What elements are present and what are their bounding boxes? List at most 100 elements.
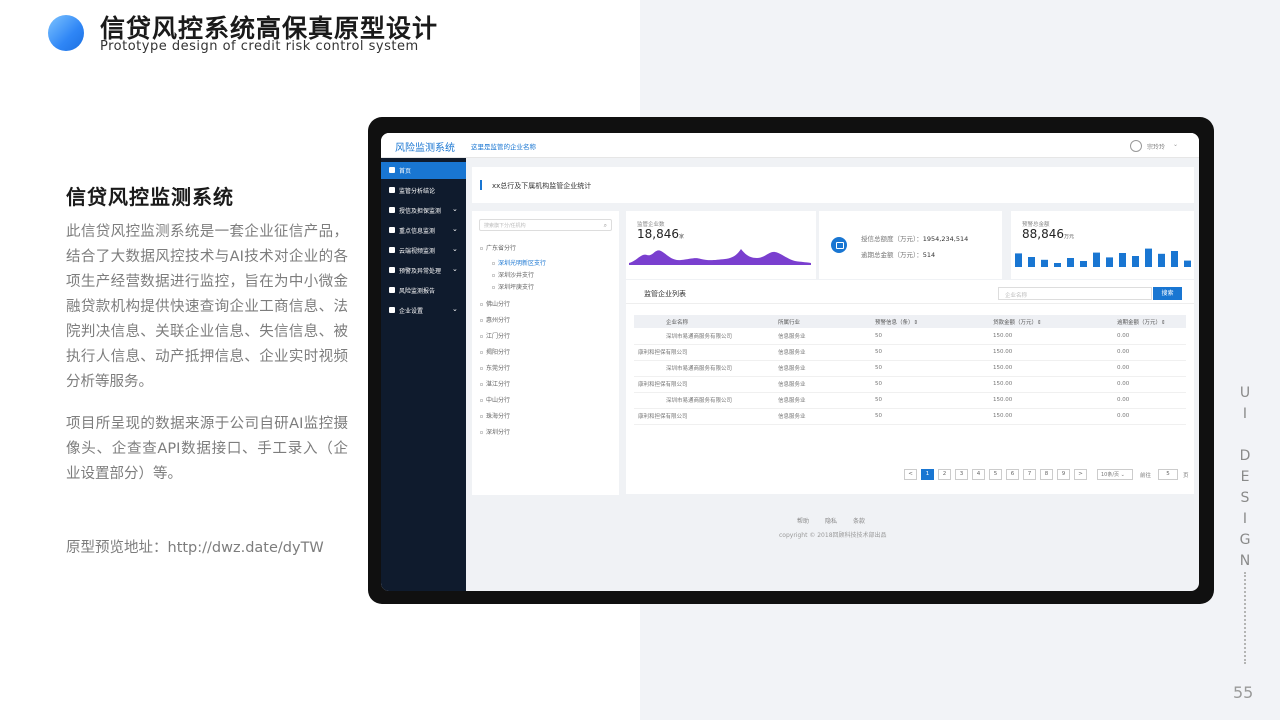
tree-item[interactable]: 中山分行 xyxy=(480,395,510,404)
sidebar-item[interactable]: 云端视频监测 ⌄ xyxy=(381,242,466,259)
enterprise-list-card: 监管企业列表 企业名称 搜索 企业名称 所属行业 预警信息（条）⇕ 贷款金额（万元）⇕… xyxy=(626,280,1194,494)
sidebar-item[interactable]: 预警及异常处理 ⌄ xyxy=(381,262,466,279)
warning-bar xyxy=(1054,263,1061,267)
warning-bar xyxy=(1106,257,1113,267)
sidebar-item[interactable]: 重点信息监测 ⌄ xyxy=(381,222,466,239)
chevron-down-icon[interactable]: ⌄ xyxy=(1173,141,1178,148)
app-name: 风险监测系统 xyxy=(395,143,455,154)
tree-item[interactable]: 广东省分行 xyxy=(480,243,516,252)
page-button[interactable]: 5 xyxy=(989,469,1002,480)
sidebar-item[interactable]: 首页 xyxy=(381,162,466,179)
page-button[interactable]: 8 xyxy=(1040,469,1053,480)
table-header-cell[interactable]: 企业名称 xyxy=(634,315,772,328)
footer-link[interactable]: 帮助 xyxy=(797,518,809,525)
table-row[interactable]: 深圳市易通商服务有限公司 信息服务业 50 150.00 0.00 xyxy=(634,392,1186,409)
table-row[interactable]: 康利和担保有限公司 信息服务业 50 150.00 0.00 xyxy=(634,376,1186,393)
chevron-down-icon[interactable]: ⌄ xyxy=(452,265,458,273)
table-header-cell[interactable]: 逾期金额（万元）⇕ xyxy=(1111,315,1186,328)
sidebar-item-label: 风险监测报告 xyxy=(399,288,436,295)
tree-item[interactable]: 深圳光明新区支行 xyxy=(492,258,546,267)
logo-circle-icon xyxy=(48,15,84,51)
chevron-down-icon[interactable]: ⌄ xyxy=(452,245,458,253)
user-name[interactable]: 宗玲玲 xyxy=(1147,142,1165,151)
next-page-button[interactable]: > xyxy=(1074,469,1087,480)
tree-item[interactable]: 深圳沙井支行 xyxy=(492,270,534,279)
page-button[interactable]: 7 xyxy=(1023,469,1036,480)
search-button[interactable]: 搜索 xyxy=(1153,287,1182,300)
stat-card-enterprises: 监管企业数 18,846家 xyxy=(626,211,816,279)
menu-icon xyxy=(389,247,395,253)
table-header-cell[interactable]: 所属行业 xyxy=(772,315,869,328)
tree-item[interactable]: 东莞分行 xyxy=(480,363,510,372)
org-search-input[interactable]: 搜索旗下分/任机构 ⌕ xyxy=(479,219,612,231)
table-cell: 康利和担保有限公司 xyxy=(634,344,772,361)
tree-item-label: 湛江分行 xyxy=(486,381,511,388)
warning-bar xyxy=(1093,252,1100,267)
stat-unit: 万元 xyxy=(1064,234,1075,240)
chevron-down-icon[interactable]: ⌄ xyxy=(452,305,458,313)
table-row[interactable]: 深圳市易通商服务有限公司 信息服务业 50 150.00 0.00 xyxy=(634,360,1186,377)
table-row[interactable]: 康利和担保有限公司 信息服务业 50 150.00 0.00 xyxy=(634,408,1186,425)
tree-item[interactable]: 湛江分行 xyxy=(480,379,510,388)
tree-item[interactable]: 揭阳分行 xyxy=(480,347,510,356)
stat-card-warning: 预警总金额 88,846万元 xyxy=(1011,211,1194,279)
sidebar-item[interactable]: 授信及担保监测 ⌄ xyxy=(381,202,466,219)
table-header-cell[interactable]: 预警信息（条）⇕ xyxy=(869,315,987,328)
table-cell: 50 xyxy=(869,376,987,393)
preview-link[interactable]: 原型预览地址：http://dwz.date/dyTW xyxy=(66,536,324,557)
tree-node-icon xyxy=(480,415,483,418)
tree-node-icon xyxy=(480,399,483,402)
prev-page-button[interactable]: < xyxy=(904,469,917,480)
table-cell: 150.00 xyxy=(987,344,1111,361)
enterprise-search-input[interactable]: 企业名称 xyxy=(998,287,1152,300)
jump-page-input[interactable]: 5 xyxy=(1158,469,1178,480)
warning-bar xyxy=(1171,251,1178,267)
tree-item[interactable]: 惠州分行 xyxy=(480,315,510,324)
warning-bar xyxy=(1158,253,1165,267)
warning-bar xyxy=(1015,253,1022,267)
enterprise-table: 企业名称 所属行业 预警信息（条）⇕ 贷款金额（万元）⇕ 逾期金额（万元）⇕ 深圳市易通… xyxy=(634,315,1186,425)
tree-node-icon xyxy=(480,367,483,370)
tree-node-icon xyxy=(480,247,483,250)
tree-item-label: 深圳坪庚支行 xyxy=(498,284,535,291)
page-size-select[interactable]: 10条/页 ⌄ xyxy=(1097,469,1133,480)
tree-item-label: 深圳沙井支行 xyxy=(498,272,535,279)
footer-link[interactable]: 隐私 xyxy=(825,518,837,525)
sidebar-item-label: 预警及异常处理 xyxy=(399,268,442,275)
page-subtitle: Prototype design of credit risk control … xyxy=(100,39,419,54)
table-header-cell[interactable]: 贷款金额（万元）⇕ xyxy=(987,315,1111,328)
table-cell: 150.00 xyxy=(987,392,1111,409)
user-avatar-icon[interactable] xyxy=(1130,140,1142,152)
tree-item-label: 珠海分行 xyxy=(486,413,511,420)
page-button[interactable]: 1 xyxy=(921,469,934,480)
table-cell: 150.00 xyxy=(987,376,1111,393)
chevron-down-icon: ⌄ xyxy=(1120,472,1125,478)
sidebar-item[interactable]: 风险监测报告 xyxy=(381,282,466,299)
tree-item[interactable]: 江门分行 xyxy=(480,331,510,340)
table-row[interactable]: 康利和担保有限公司 信息服务业 50 150.00 0.00 xyxy=(634,344,1186,361)
search-icon[interactable]: ⌕ xyxy=(604,222,607,230)
page-button[interactable]: 3 xyxy=(955,469,968,480)
page-number: 55 xyxy=(1233,683,1254,702)
tree-item[interactable]: 深圳分行 xyxy=(480,427,510,436)
page-button[interactable]: 4 xyxy=(972,469,985,480)
sidebar-item-label: 重点信息监测 xyxy=(399,228,436,235)
page-button[interactable]: 2 xyxy=(938,469,951,480)
table-cell: 0.00 xyxy=(1111,344,1186,361)
tree-item[interactable]: 珠海分行 xyxy=(480,411,510,420)
tree-item-label: 东莞分行 xyxy=(486,365,511,372)
sidebar-item[interactable]: 企业设置 ⌄ xyxy=(381,302,466,319)
table-header: 企业名称 所属行业 预警信息（条）⇕ 贷款金额（万元）⇕ 逾期金额（万元）⇕ xyxy=(634,315,1186,328)
tree-item[interactable]: 佛山分行 xyxy=(480,299,510,308)
sidebar-item[interactable]: 监管分析结论 xyxy=(381,182,466,199)
page-button[interactable]: 6 xyxy=(1006,469,1019,480)
chevron-down-icon[interactable]: ⌄ xyxy=(452,225,458,233)
chevron-down-icon[interactable]: ⌄ xyxy=(452,205,458,213)
app-screen: 风险监测系统 这里是监管的企业名称 宗玲玲 ⌄ 首页 监管分析结论 授信及担保监测 ⌄… xyxy=(381,133,1199,591)
footer-link[interactable]: 条款 xyxy=(853,518,865,525)
tree-item[interactable]: 深圳坪庚支行 xyxy=(492,282,534,291)
menu-icon xyxy=(389,227,395,233)
table-row[interactable]: 深圳市易通商服务有限公司 信息服务业 50 150.00 0.00 xyxy=(634,328,1186,345)
table-cell: 50 xyxy=(869,360,987,377)
page-button[interactable]: 9 xyxy=(1057,469,1070,480)
